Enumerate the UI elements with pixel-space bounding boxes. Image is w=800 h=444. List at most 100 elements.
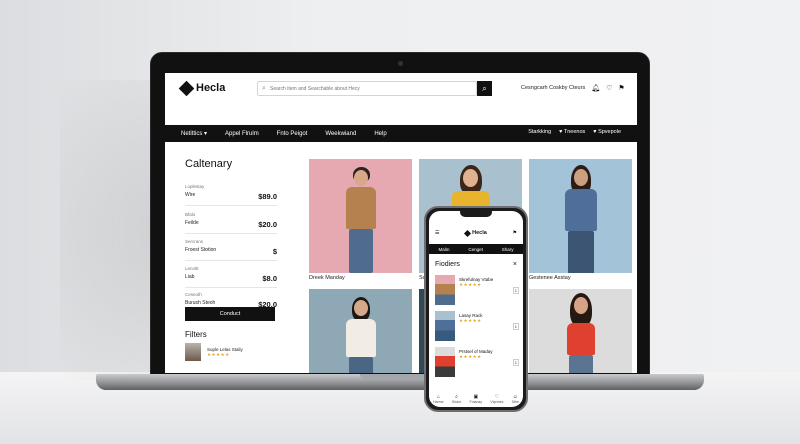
tab-label: Vtprmes (490, 400, 504, 404)
tab-profile[interactable]: ☺ Sthe (512, 394, 519, 404)
nav-right-label: Spvepole (598, 129, 621, 135)
phone-logo[interactable]: Hecla (464, 229, 487, 237)
price-row-sub: Bfalo (185, 212, 196, 217)
phone-list-item[interactable]: Prstsel of Maday ★★★★★ 1 (435, 347, 519, 381)
phone-notch (460, 211, 492, 217)
chevron-down-icon: ▾ (204, 131, 208, 137)
mini-product-name: Suple Lelas Staliy (207, 346, 243, 352)
site-header: Hecla ⌕ ⌕ Cesngcarh Coskby Cteurs 🔔︎ ♡ ⚑ (165, 73, 637, 105)
rating-stars: ★★★★★ (207, 351, 230, 357)
quantity-stepper[interactable]: 1 (512, 359, 519, 366)
quantity-stepper[interactable]: 1 (512, 287, 519, 294)
phone-nav-item[interactable]: Shary (502, 247, 514, 252)
nav-right-item[interactable]: Starkking (528, 129, 551, 135)
product-card[interactable] (529, 159, 632, 273)
product-thumbnail (435, 275, 455, 305)
product-model-image (559, 293, 603, 373)
search-button[interactable]: ⌕ (477, 81, 492, 96)
nav-right-item[interactable]: ♥ Tneenos (559, 129, 585, 135)
nav-right-label: Tneenos (563, 129, 586, 135)
tab-wishlist[interactable]: ♡ Vtprmes (490, 394, 503, 404)
tab-label: Fotanay (469, 400, 483, 404)
divider (185, 287, 277, 288)
sidebar: Caltenary Loplestay Wire $89.0 Bfalo Feil… (165, 142, 305, 373)
store-name: Hecla (196, 82, 226, 94)
conduct-button[interactable]: Conduct (185, 307, 275, 321)
rating-stars: ★★★★★ (459, 282, 482, 287)
search-icon: ⌕ (262, 84, 266, 92)
header-actions: Cesngcarh Coskby Cteurs 🔔︎ ♡ ⚑ (521, 84, 625, 92)
sidebar-title: Caltenary (185, 158, 233, 170)
header-link[interactable]: Cesngcarh Coskby Cteurs (521, 85, 585, 91)
price-row[interactable]: Bfalo Feilde $20.0 (185, 212, 277, 234)
search-input[interactable] (270, 85, 460, 92)
product-thumbnail (435, 347, 455, 377)
product-card[interactable] (309, 159, 412, 273)
tab-label: Harme (433, 400, 444, 404)
bag-icon[interactable]: ⚑ (513, 230, 517, 236)
rating-stars: ★★★★★ (459, 354, 482, 359)
nav-item[interactable]: Appel Flrulm (225, 131, 259, 137)
product-card[interactable] (529, 289, 632, 373)
smartphone: ☰ Hecla ⚑ Malm Cenget Shary Fiodiers × S… (424, 206, 528, 412)
quantity-stepper[interactable]: 1 (512, 323, 519, 330)
product-model-image (341, 167, 381, 273)
price-row[interactable]: Sercrans Froest Stotion $ (185, 239, 277, 261)
divider (185, 260, 277, 261)
laptop: Hecla ⌕ ⌕ Cesngcarh Coskby Cteurs 🔔︎ ♡ ⚑… (150, 52, 650, 378)
phone-header: ☰ Hecla ⚑ (429, 225, 523, 241)
product-caption: Dreek Manday (309, 275, 345, 281)
mini-product[interactable]: Suple Lelas Staliy ★★★★★ (185, 343, 243, 361)
tab-label: Sthe (511, 400, 519, 404)
phone-nav-item[interactable]: Cenget (468, 247, 483, 252)
logo-icon (464, 229, 472, 237)
store-logo[interactable]: Hecla (178, 80, 226, 96)
heart-icon: ♥ (559, 129, 563, 135)
tab-shop[interactable]: ⌕ Shaor (452, 394, 461, 404)
nav-right: Starkking ♥ Tneenos ♥ Spvepole (528, 129, 621, 135)
price-row-sub: Lenoltt (185, 266, 199, 271)
nav-item[interactable]: Fnto Peigot (277, 131, 308, 137)
phone-tab-bar: ⌂ Harme ⌕ Shaor ▣ Fotanay ♡ Vtprmes ☺ Sthe (429, 391, 523, 407)
price-row-value: $89.0 (258, 192, 277, 201)
product-caption: Gestenee Asstay (529, 275, 571, 281)
phone-list-item[interactable]: Lasay Rack ★★★★★ 1 (435, 311, 519, 345)
price-row-sub: Sercrans (185, 239, 204, 244)
price-row-label: Froest Stotion (185, 247, 217, 253)
tab-label: Shaor (451, 400, 462, 404)
search-bar[interactable]: ⌕ (257, 81, 477, 96)
phone-logo-text: Hecla (472, 230, 487, 236)
phone-title: Fiodiers (435, 261, 460, 268)
nav-item[interactable]: Weekwiand (325, 131, 356, 137)
tab-favorites[interactable]: ▣ Fotanay (469, 394, 482, 404)
menu-icon[interactable]: ☰ (435, 230, 439, 236)
product-thumbnail (185, 343, 201, 361)
rating-stars: ★★★★★ (459, 318, 482, 323)
nav-item[interactable]: Help (374, 131, 386, 137)
tab-home[interactable]: ⌂ Harme (433, 394, 444, 404)
price-row[interactable]: Loplestay Wire $89.0 (185, 184, 277, 206)
divider (185, 233, 277, 234)
heart-icon: ♥ (593, 129, 597, 135)
price-row-label: Wire (185, 192, 196, 198)
nav-item[interactable]: Netittics ▾ (181, 130, 207, 137)
close-icon[interactable]: × (513, 261, 517, 268)
price-row-sub: Loplestay (185, 184, 205, 189)
phone-screen: ☰ Hecla ⚑ Malm Cenget Shary Fiodiers × S… (429, 211, 523, 407)
product-card[interactable] (309, 289, 412, 373)
main-nav: Netittics ▾ Appel Flrulm Fnto Peigot Wee… (165, 125, 637, 142)
product-thumbnail (435, 311, 455, 341)
heart-icon[interactable]: ♡ (606, 84, 612, 92)
product-model-image (560, 165, 602, 273)
cart-icon[interactable]: ⚑ (618, 84, 624, 92)
bell-icon[interactable]: 🔔︎ (591, 84, 600, 92)
phone-nav-item[interactable]: Malm (438, 247, 449, 252)
price-row-label: Feilde (185, 220, 199, 226)
phone-nav: Malm Cenget Shary (429, 244, 523, 254)
nav-right-item[interactable]: ♥ Spvepole (593, 129, 621, 135)
product-model-image (341, 297, 381, 373)
price-row-value: $ (272, 247, 277, 256)
divider (185, 205, 277, 206)
price-row[interactable]: Lenoltt Liab $8.0 (185, 266, 277, 288)
phone-list-item[interactable]: Skrefulnay Vtabe ★★★★★ 1 (435, 275, 519, 309)
